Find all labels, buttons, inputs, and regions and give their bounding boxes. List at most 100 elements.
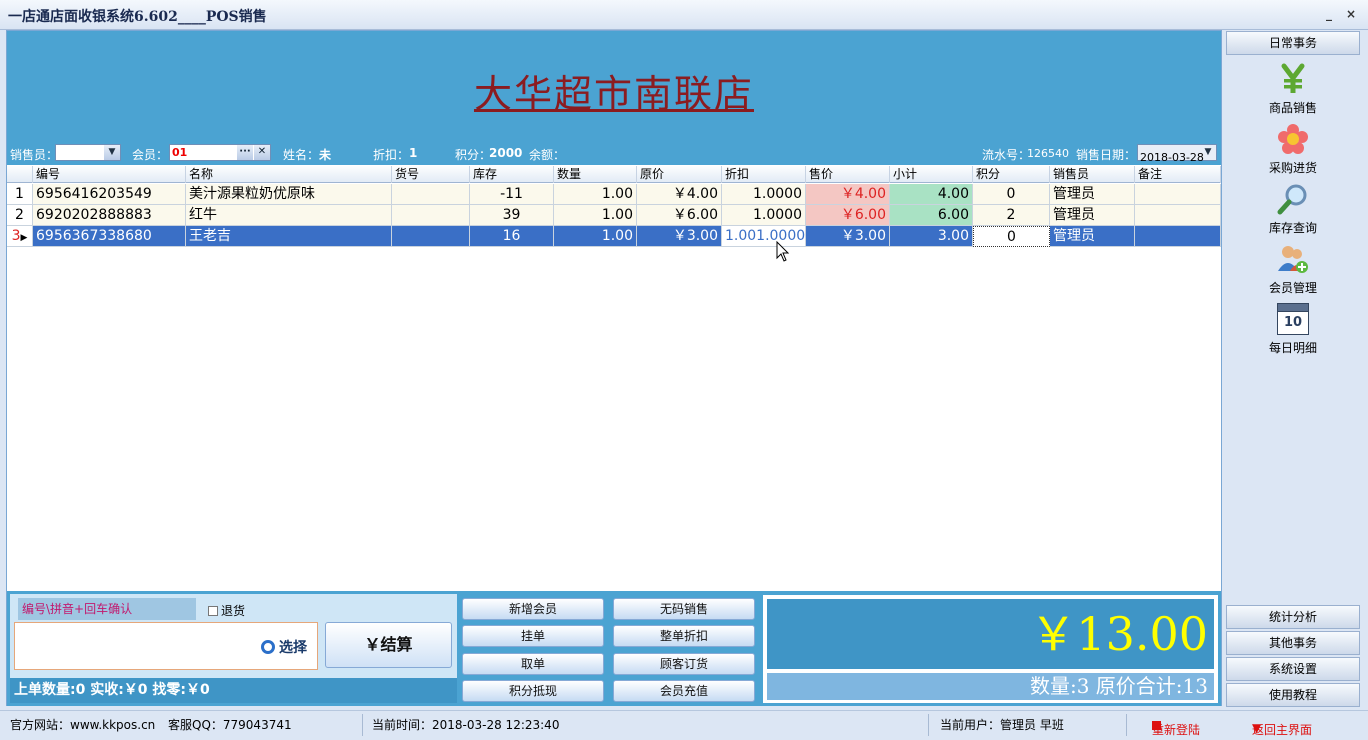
sidebar-item-label: 采购进货: [1268, 161, 1317, 175]
cell-points[interactable]: 2: [973, 205, 1050, 226]
cell-discount-editing[interactable]: 1.001.0000: [722, 226, 806, 247]
column-header[interactable]: 编号: [33, 166, 186, 183]
cell-discount[interactable]: 1.0000: [722, 184, 806, 205]
member-clear-button[interactable]: ✕: [254, 145, 270, 160]
cell-qty[interactable]: 1.00: [554, 205, 637, 226]
current-time: 当前时间：2018-03-28 12:23:40: [372, 718, 560, 732]
customer-order-button[interactable]: 顾客订货: [613, 653, 755, 675]
minimize-button[interactable]: _: [1322, 8, 1336, 22]
cell-price[interactable]: ￥6.00: [637, 205, 722, 226]
member-browse-button[interactable]: ···: [237, 145, 253, 160]
cell-sku[interactable]: [392, 184, 470, 205]
sale-date-label: 销售日期：: [1076, 148, 1137, 162]
salesman-select[interactable]: ▼: [55, 144, 121, 161]
order-discount-button[interactable]: 整单折扣: [613, 625, 755, 647]
sale-date-value: 2018-03-28: [1140, 151, 1204, 164]
cell-price[interactable]: ￥4.00: [637, 184, 722, 205]
column-header[interactable]: 售价: [806, 166, 890, 183]
column-header[interactable]: 积分: [973, 166, 1050, 183]
website-link[interactable]: 官方网站：www.kkpos.cn: [10, 716, 155, 733]
cell-points[interactable]: 0: [973, 226, 1050, 247]
cell-note[interactable]: [1135, 184, 1221, 205]
cell-clerk[interactable]: 管理员: [1050, 226, 1135, 247]
sidebar-header-other[interactable]: 其他事务: [1226, 631, 1360, 655]
cell-qty[interactable]: 1.00: [554, 184, 637, 205]
column-header[interactable]: 备注: [1135, 166, 1221, 183]
current-user: 当前用户：管理员 早班: [940, 718, 1064, 732]
sidebar-item-purchase[interactable]: 采购进货: [1238, 123, 1348, 176]
column-header[interactable]: 原价: [637, 166, 722, 183]
cell-sku[interactable]: [392, 205, 470, 226]
member-input[interactable]: 01 ··· ✕: [169, 144, 271, 161]
cell-points[interactable]: 0: [973, 184, 1050, 205]
retrieve-order-button[interactable]: 取单: [462, 653, 604, 675]
cell-subtotal[interactable]: 6.00: [890, 205, 973, 226]
sidebar-header-statistics[interactable]: 统计分析: [1226, 605, 1360, 629]
cell-note[interactable]: [1135, 226, 1221, 247]
cell-clerk[interactable]: 管理员: [1050, 205, 1135, 226]
chevron-down-icon[interactable]: ▼: [1200, 145, 1216, 160]
sidebar-item-member[interactable]: 会员管理: [1238, 243, 1348, 296]
cell-subtotal[interactable]: 3.00: [890, 226, 973, 247]
column-header[interactable]: 数量: [554, 166, 637, 183]
column-header[interactable]: 名称: [186, 166, 392, 183]
column-header[interactable]: 销售员: [1050, 166, 1135, 183]
column-header[interactable]: 库存: [470, 166, 554, 183]
cell-code[interactable]: 6956416203549: [33, 184, 186, 205]
cell-sale-price[interactable]: ￥6.00: [806, 205, 890, 226]
home-label: 返回主界面: [1252, 723, 1313, 737]
column-header[interactable]: 折扣: [722, 166, 806, 183]
cell-stock[interactable]: -11: [470, 184, 554, 205]
cell-name[interactable]: 王老吉: [186, 226, 392, 247]
cell-sku[interactable]: [392, 226, 470, 247]
sidebar-item-product-sales[interactable]: 商品销售: [1238, 63, 1348, 116]
sidebar-item-stock-query[interactable]: 库存查询: [1238, 183, 1348, 236]
mouse-cursor-icon: [776, 241, 790, 262]
member-recharge-button[interactable]: 会员充值: [613, 680, 755, 702]
sidebar-item-daily-detail[interactable]: 10 每日明细: [1238, 303, 1348, 356]
cell-subtotal[interactable]: 4.00: [890, 184, 973, 205]
row-index: 3▶: [7, 226, 33, 247]
relogin-label: 重新登陆: [1152, 723, 1201, 737]
barcode-input[interactable]: 选择: [14, 622, 318, 670]
total-summary: 数量:3 原价合计:13: [767, 673, 1214, 700]
cell-note[interactable]: [1135, 205, 1221, 226]
scan-hint: 编号\拼音+回车确认: [18, 598, 196, 620]
sidebar-header-daily[interactable]: 日常事务: [1226, 31, 1360, 55]
cell-discount[interactable]: 1.0000: [722, 205, 806, 226]
column-header[interactable]: 小计: [890, 166, 973, 183]
cell-qty[interactable]: 1.00: [554, 226, 637, 247]
sale-date-picker[interactable]: 2018-03-28 ▼: [1137, 144, 1217, 164]
sidebar-header-settings[interactable]: 系统设置: [1226, 657, 1360, 681]
cell-sale-price[interactable]: ￥4.00: [806, 184, 890, 205]
close-button[interactable]: ×: [1344, 8, 1358, 22]
table-row[interactable]: 2 6920202888883 红牛 39 1.00 ￥6.00 1.0000 …: [7, 205, 1221, 226]
member-value: 01: [172, 146, 188, 159]
select-button[interactable]: 选择: [261, 637, 307, 657]
chevron-down-icon[interactable]: ▼: [104, 145, 120, 160]
sidebar-item-label: 每日明细: [1268, 341, 1317, 355]
cell-name[interactable]: 红牛: [186, 205, 392, 226]
checkbox-icon[interactable]: [208, 606, 218, 616]
cell-name[interactable]: 美汁源果粒奶优原味: [186, 184, 392, 205]
add-member-button[interactable]: 新增会员: [462, 598, 604, 620]
sales-panel: 大华超市南联店 销售员： ▼ 会员： 01 ··· ✕ 姓名： 未 折扣： 1 …: [6, 30, 1222, 706]
return-checkbox[interactable]: 退货: [208, 602, 245, 619]
cell-sale-price[interactable]: ￥3.00: [806, 226, 890, 247]
no-barcode-sale-button[interactable]: 无码销售: [613, 598, 755, 620]
points-redeem-button[interactable]: 积分抵现: [462, 680, 604, 702]
hold-order-button[interactable]: 挂单: [462, 625, 604, 647]
table-row-selected[interactable]: 3▶ 6956367338680 王老吉 16 1.00 ￥3.00 1.001…: [7, 226, 1221, 247]
checkout-button[interactable]: ￥结算: [325, 622, 452, 668]
sidebar-item-label: 库存查询: [1268, 221, 1317, 235]
cell-code[interactable]: 6920202888883: [33, 205, 186, 226]
store-banner: 大华超市南联店: [7, 31, 1221, 141]
cell-price[interactable]: ￥3.00: [637, 226, 722, 247]
cell-stock[interactable]: 39: [470, 205, 554, 226]
cell-code[interactable]: 6956367338680: [33, 226, 186, 247]
table-row[interactable]: 1 6956416203549 美汁源果粒奶优原味 -11 1.00 ￥4.00…: [7, 184, 1221, 205]
cell-clerk[interactable]: 管理员: [1050, 184, 1135, 205]
sidebar-header-tutorial[interactable]: 使用教程: [1226, 683, 1360, 707]
cell-stock[interactable]: 16: [470, 226, 554, 247]
column-header[interactable]: 货号: [392, 166, 470, 183]
